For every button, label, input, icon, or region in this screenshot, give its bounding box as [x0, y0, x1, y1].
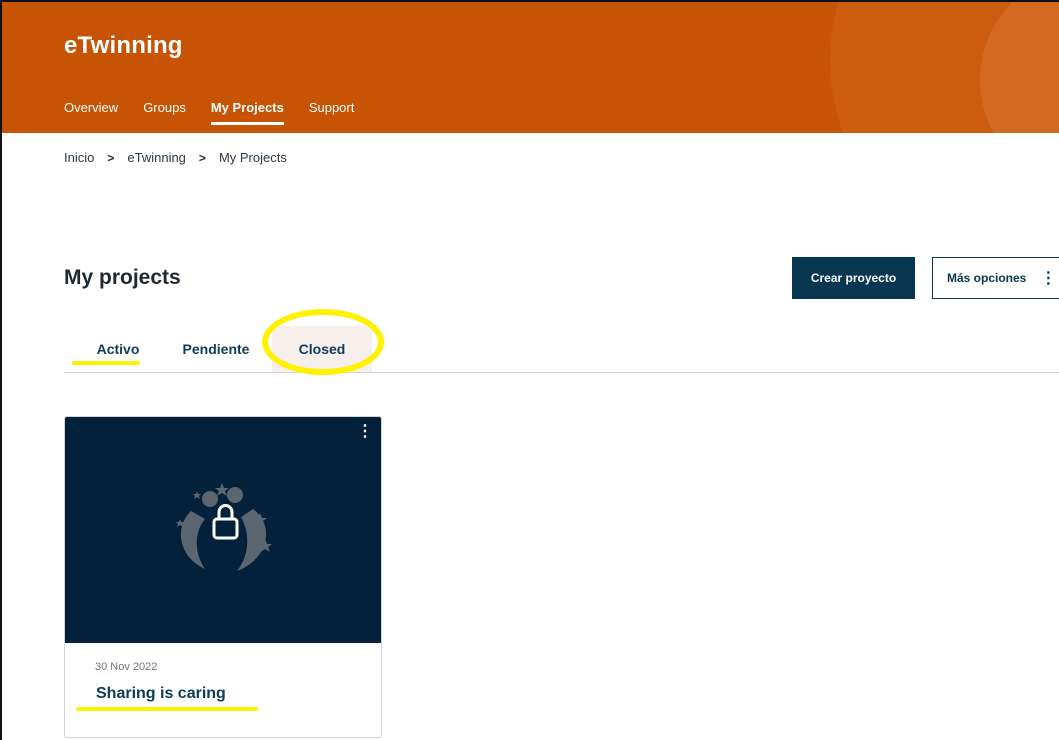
tab-closed[interactable]: Closed [272, 326, 372, 372]
nav-overview[interactable]: Overview [64, 100, 118, 125]
project-date: 30 Nov 2022 [95, 661, 158, 673]
main-nav: Overview Groups My Projects Support [64, 100, 379, 125]
tab-activo[interactable]: Activo [74, 326, 162, 372]
chevron-right-icon: > [198, 150, 206, 165]
kebab-menu-icon[interactable]: ⋮ [357, 421, 373, 441]
project-card[interactable]: ⋮ 30 Nov 2022 Sharing is caring [64, 416, 382, 738]
project-title[interactable]: Sharing is caring [96, 685, 226, 703]
project-card-image: ⋮ [65, 417, 381, 643]
kebab-menu-icon: ⋮ [1040, 270, 1057, 287]
chevron-right-icon: > [107, 150, 115, 165]
more-options-label: Más opciones [947, 271, 1027, 285]
breadcrumb-etwinning[interactable]: eTwinning [127, 150, 186, 165]
breadcrumb-my-projects: My Projects [218, 150, 287, 165]
site-header: eTwinning Overview Groups My Projects Su… [0, 0, 1059, 133]
nav-my-projects[interactable]: My Projects [210, 100, 284, 125]
annotation-underline [76, 707, 258, 711]
brand-logo-text[interactable]: eTwinning [64, 32, 183, 60]
nav-groups[interactable]: Groups [143, 100, 186, 125]
project-tabs: Activo Pendiente Closed [64, 326, 1059, 373]
breadcrumb: Inicio > eTwinning > My Projects [64, 150, 287, 165]
create-project-button[interactable]: Crear proyecto [792, 257, 915, 299]
nav-support[interactable]: Support [309, 100, 355, 125]
annotation-underline [72, 361, 140, 365]
more-options-button[interactable]: Más opciones ⋮ [932, 257, 1059, 299]
tab-pendiente[interactable]: Pendiente [168, 326, 264, 372]
lock-icon [212, 504, 239, 540]
etwinning-logo-icon [176, 483, 272, 571]
page-title: My projects [64, 266, 181, 289]
breadcrumb-inicio[interactable]: Inicio [64, 150, 94, 165]
